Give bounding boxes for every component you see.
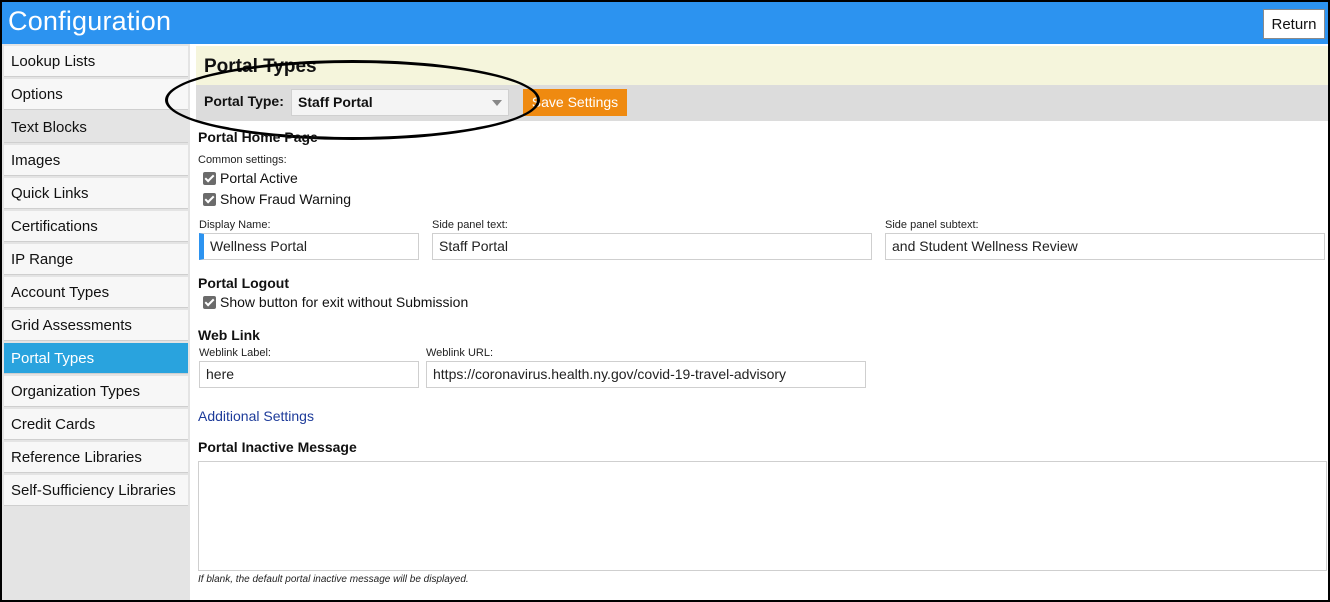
portal-type-select[interactable]: Staff Portal	[291, 89, 509, 116]
display-name-label: Display Name:	[199, 219, 271, 231]
portal-inactive-hint: If blank, the default portal inactive me…	[198, 574, 469, 585]
sidebar-item-images[interactable]: Images	[4, 145, 188, 176]
sidebar: Lookup Lists Options Text Blocks Images …	[2, 44, 190, 600]
page-title: Portal Types	[204, 56, 317, 77]
portal-logout-title: Portal Logout	[198, 275, 289, 291]
app-title: Configuration	[8, 6, 172, 36]
portal-inactive-title: Portal Inactive Message	[198, 439, 357, 455]
title-bar: Configuration Return	[2, 2, 1328, 44]
common-settings-label: Common settings:	[198, 154, 287, 166]
sidebar-item-ip-range[interactable]: IP Range	[4, 244, 188, 275]
side-panel-text-label: Side panel text:	[432, 219, 508, 231]
sidebar-item-self-sufficiency-libraries[interactable]: Self-Sufficiency Libraries	[4, 475, 188, 506]
weblink-url-input[interactable]: https://coronavirus.health.ny.gov/covid-…	[426, 361, 866, 388]
sidebar-item-credit-cards[interactable]: Credit Cards	[4, 409, 188, 440]
sidebar-item-reference-libraries[interactable]: Reference Libraries	[4, 442, 188, 473]
portal-active-label: Portal Active	[220, 170, 298, 186]
portal-type-label: Portal Type:	[204, 93, 284, 109]
sidebar-item-grid-assessments[interactable]: Grid Assessments	[4, 310, 188, 341]
side-panel-subtext-label: Side panel subtext:	[885, 219, 979, 231]
sidebar-item-options[interactable]: Options	[4, 79, 188, 110]
sidebar-item-text-blocks[interactable]: Text Blocks	[4, 112, 188, 143]
save-settings-button[interactable]: Save Settings	[523, 89, 627, 116]
portal-home-title: Portal Home Page	[198, 129, 318, 145]
sidebar-item-quick-links[interactable]: Quick Links	[4, 178, 188, 209]
exit-without-submission-checkbox[interactable]	[203, 295, 216, 309]
web-link-title: Web Link	[198, 327, 260, 343]
additional-settings-link[interactable]: Additional Settings	[198, 408, 314, 424]
return-button[interactable]: Return	[1263, 9, 1325, 39]
portal-active-checkbox[interactable]	[203, 171, 216, 185]
show-fraud-row[interactable]: Show Fraud Warning	[203, 191, 351, 207]
side-panel-text-input[interactable]: Staff Portal	[432, 233, 872, 260]
weblink-label-label: Weblink Label:	[199, 347, 271, 359]
portal-active-row[interactable]: Portal Active	[203, 170, 298, 186]
sidebar-item-organization-types[interactable]: Organization Types	[4, 376, 188, 407]
sidebar-item-account-types[interactable]: Account Types	[4, 277, 188, 308]
chevron-down-icon	[492, 100, 502, 106]
sidebar-item-lookup-lists[interactable]: Lookup Lists	[4, 46, 188, 77]
exit-without-submission-row[interactable]: Show button for exit without Submission	[203, 294, 468, 310]
display-name-input[interactable]: Wellness Portal	[199, 233, 419, 260]
side-panel-subtext-input[interactable]: and Student Wellness Review	[885, 233, 1325, 260]
sidebar-item-certifications[interactable]: Certifications	[4, 211, 188, 242]
page-header: Portal Types	[196, 46, 1328, 85]
sidebar-item-portal-types[interactable]: Portal Types	[4, 343, 188, 374]
weblink-url-label: Weblink URL:	[426, 347, 494, 359]
weblink-label-input[interactable]: here	[199, 361, 419, 388]
show-fraud-checkbox[interactable]	[203, 192, 216, 206]
portal-type-toolbar: Portal Type: Staff Portal Save Settings	[196, 85, 1328, 121]
exit-without-submission-label: Show button for exit without Submission	[220, 294, 469, 310]
show-fraud-label: Show Fraud Warning	[220, 191, 351, 207]
portal-type-value: Staff Portal	[298, 94, 373, 110]
portal-inactive-message-textarea[interactable]	[198, 461, 1327, 571]
